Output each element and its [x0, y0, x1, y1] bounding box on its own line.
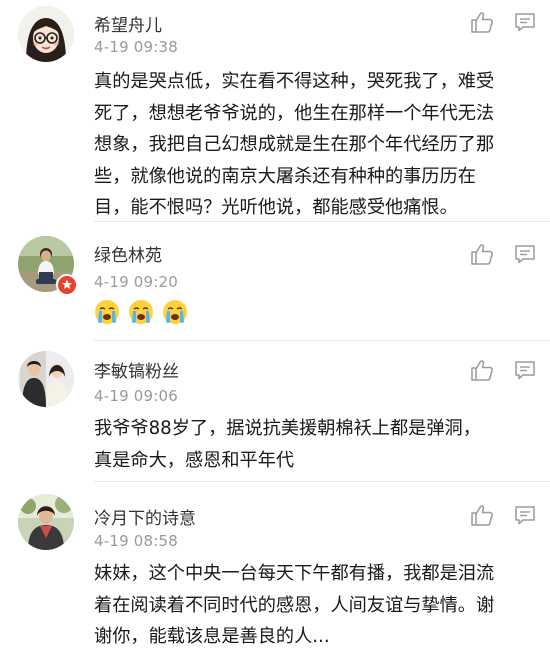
verified-badge-icon	[56, 274, 78, 296]
username[interactable]: 希望舟儿	[94, 11, 162, 36]
crying-face-emoji-icon	[129, 300, 154, 324]
user-avatar[interactable]	[18, 494, 74, 550]
comment-line: 妹妹，这个中央一台每天下午都有播，我都是泪流	[94, 563, 495, 584]
comment-line: 我爷爷88岁了，据说抗美援朝棉袄上都是弹洞，	[94, 418, 481, 439]
comment-text: 妹妹，这个中央一台每天下午都有播，我都是泪流 着在阅读着不同时代的感恩，人间友谊…	[94, 558, 534, 653]
comment-item: 冷月下的诗意 4-19 08:58 妹妹，这个中央一台每天下午都有播，我都是泪流…	[0, 482, 550, 653]
couple-photo-avatar-icon	[18, 351, 74, 407]
comment-line: 目，能不恨吗？光听他说，都能感受他痛恨。	[94, 197, 458, 218]
comment-text: 我爷爷88岁了，据说抗美援朝棉袄上都是弹洞， 真是命大，感恩和平年代	[94, 413, 534, 476]
comment-line: 着在阅读着不同时代的感恩，人间友谊与挚情。谢	[94, 594, 495, 616]
comment-item: 绿色林苑 4-19 09:20	[0, 222, 550, 341]
comment-reply-icon[interactable]	[514, 12, 536, 32]
thumbs-up-icon[interactable]	[470, 11, 494, 33]
thumbs-up-icon[interactable]	[470, 359, 494, 381]
thumbs-up-icon[interactable]	[470, 504, 494, 526]
comment-reply-icon[interactable]	[514, 244, 536, 264]
star-icon	[62, 279, 72, 289]
user-avatar[interactable]	[18, 351, 74, 407]
comment-reply-icon[interactable]	[514, 360, 536, 380]
comment-line: 些，就像他说的南京大屠杀还有种种的事历历在	[94, 165, 476, 187]
crying-face-emoji-icon	[163, 300, 188, 324]
comment-time: 4-19 09:20	[94, 273, 179, 291]
comment-line: 真是命大，感恩和平年代	[94, 449, 295, 471]
comment-line: 想象，我把自己幻想成就是生在那个年代经历了那	[94, 134, 495, 155]
cartoon-girl-avatar-icon	[18, 6, 74, 62]
user-avatar[interactable]	[18, 6, 74, 62]
username[interactable]: 绿色林苑	[94, 241, 162, 266]
emoji-row	[94, 299, 191, 325]
comment-line: 真的是哭点低，实在看不得这种，哭死我了，难受	[94, 71, 495, 92]
username[interactable]: 李敏镐粉丝	[94, 357, 179, 382]
comment-item: 希望舟儿 4-19 09:38 真的是哭点低，实在看不得这种，哭死我了，难受 死…	[0, 0, 550, 222]
comment-reply-icon[interactable]	[514, 505, 536, 525]
comment-time: 4-19 08:58	[94, 532, 179, 550]
comment-item: 李敏镐粉丝 4-19 09:06 我爷爷88岁了，据说抗美援朝棉袄上都是弹洞， …	[0, 341, 550, 481]
comment-text: 真的是哭点低，实在看不得这种，哭死我了，难受 死了，想想老爷爷说的，他生在那样一…	[94, 66, 534, 224]
comment-line: 谢你，能载该息是善良的人...	[94, 626, 330, 647]
comment-time: 4-19 09:06	[94, 387, 179, 405]
thumbs-up-icon[interactable]	[470, 243, 494, 265]
crying-face-emoji-icon	[95, 300, 119, 324]
username[interactable]: 冷月下的诗意	[94, 504, 196, 529]
woman-photo-avatar-icon	[18, 494, 74, 550]
comment-line: 死了，想想老爷爷说的，他生在那样一个年代无法	[94, 102, 495, 124]
comment-time: 4-19 09:38	[94, 38, 179, 56]
